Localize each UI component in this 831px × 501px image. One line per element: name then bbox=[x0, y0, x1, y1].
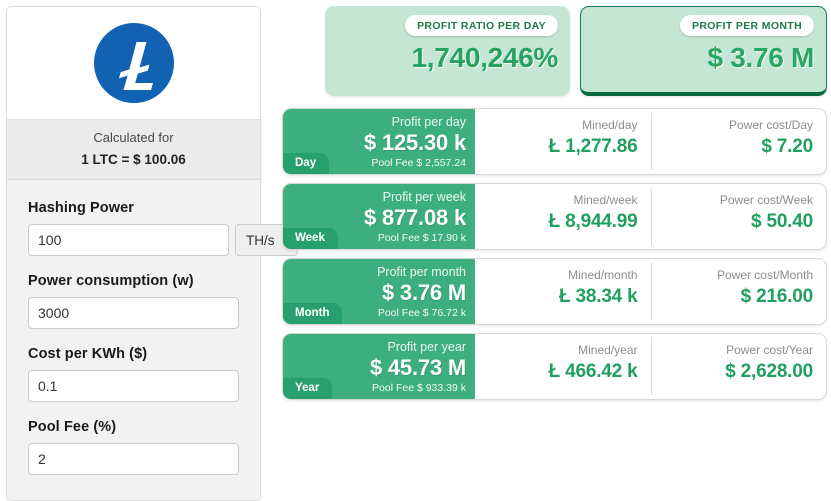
summary-cards-row: PROFIT RATIO PER DAY 1,740,246% PROFIT P… bbox=[278, 0, 831, 96]
profit-amount: $ 45.73 M bbox=[369, 355, 466, 380]
period-rows: Day Profit per day $ 125.30 k Pool Fee $… bbox=[278, 96, 831, 400]
summary-pill-row: PROFIT PER MONTH bbox=[593, 15, 814, 36]
profit-ratio-per-day-pill: PROFIT RATIO PER DAY bbox=[405, 15, 558, 36]
power-cost-value: $ 2,628.00 bbox=[725, 361, 813, 382]
power-cost-cell: Power cost/Year $ 2,628.00 bbox=[650, 334, 827, 399]
period-profit-block: Week Profit per week $ 877.08 k Pool Fee… bbox=[283, 184, 475, 249]
power-consumption-input[interactable] bbox=[28, 297, 239, 330]
mined-value: Ł 38.34 k bbox=[559, 286, 638, 307]
summary-card-profit-ratio-per-day[interactable]: PROFIT RATIO PER DAY 1,740,246% bbox=[325, 6, 570, 96]
power-cost-label: Power cost/Day bbox=[728, 118, 813, 132]
period-profit-block: Year Profit per year $ 45.73 M Pool Fee … bbox=[283, 334, 475, 399]
power-cost-label: Power cost/Year bbox=[726, 343, 813, 357]
power-cost-cell: Power cost/Month $ 216.00 bbox=[650, 259, 827, 324]
power-cost-value: $ 216.00 bbox=[740, 286, 814, 307]
power-cost-cell: Power cost/Day $ 7.20 bbox=[650, 109, 827, 174]
hashing-power-label: Hashing Power bbox=[28, 200, 135, 217]
mined-value: Ł 8,944.99 bbox=[548, 211, 638, 232]
mined-cell: Mined/month Ł 38.34 k bbox=[475, 259, 651, 324]
mined-value: Ł 466.42 k bbox=[548, 361, 638, 382]
period-profit-block: Day Profit per day $ 125.30 k Pool Fee $… bbox=[283, 109, 475, 174]
profit-amount: $ 125.30 k bbox=[364, 130, 466, 155]
litecoin-logo-icon bbox=[93, 23, 174, 103]
power-cost-value: $ 50.40 bbox=[751, 211, 813, 232]
field-cost-per-kwh: Cost per KWh ($) bbox=[28, 346, 239, 403]
period-tab-month[interactable]: Month bbox=[283, 302, 343, 324]
field-power-consumption: Power consumption (w) bbox=[28, 273, 239, 330]
coin-logo-container bbox=[7, 7, 260, 120]
field-pool-fee: Pool Fee (%) bbox=[28, 419, 239, 476]
summary-card-profit-per-month[interactable]: PROFIT PER MONTH $ 3.76 M bbox=[580, 6, 827, 96]
profit-per-month-value: $ 3.76 M bbox=[707, 42, 814, 73]
power-cost-label: Power cost/Week bbox=[719, 193, 813, 207]
field-hashing-power: Hashing Power TH/s bbox=[28, 200, 298, 257]
results-panel: PROFIT RATIO PER DAY 1,740,246% PROFIT P… bbox=[278, 0, 831, 501]
profit-amount: $ 3.76 M bbox=[381, 280, 466, 305]
summary-pill-row: PROFIT RATIO PER DAY bbox=[337, 15, 558, 36]
profit-amount: $ 877.08 k bbox=[364, 205, 466, 230]
period-row-week[interactable]: Week Profit per week $ 877.08 k Pool Fee… bbox=[282, 183, 827, 250]
profit-title: Profit per day bbox=[391, 115, 466, 129]
cost-per-kwh-label: Cost per KWh ($) bbox=[28, 346, 148, 363]
exchange-rate-value: 1 LTC = $ 100.06 bbox=[81, 151, 186, 167]
mined-value: Ł 1,277.86 bbox=[548, 136, 638, 157]
hashing-power-input[interactable] bbox=[28, 224, 229, 257]
period-tab-week[interactable]: Week bbox=[283, 227, 338, 249]
mined-cell: Mined/week Ł 8,944.99 bbox=[475, 184, 651, 249]
power-consumption-label: Power consumption (w) bbox=[28, 273, 194, 290]
power-cost-label: Power cost/Month bbox=[716, 268, 813, 282]
power-cost-value: $ 7.20 bbox=[761, 136, 813, 157]
period-row-year[interactable]: Year Profit per year $ 45.73 M Pool Fee … bbox=[282, 333, 827, 400]
calculator-sidebar: Calculated for 1 LTC = $ 100.06 Hashing … bbox=[6, 6, 298, 501]
mined-label: Mined/day bbox=[582, 118, 638, 132]
period-tab-day[interactable]: Day bbox=[283, 152, 330, 174]
power-cost-cell: Power cost/Week $ 50.40 bbox=[650, 184, 827, 249]
exchange-rate-band: Calculated for 1 LTC = $ 100.06 bbox=[7, 120, 260, 181]
calculated-for-label: Calculated for bbox=[93, 130, 174, 145]
profit-title: Profit per month bbox=[377, 265, 466, 279]
mined-label: Mined/month bbox=[568, 268, 638, 282]
mining-calculator-app: Calculated for 1 LTC = $ 100.06 Hashing … bbox=[0, 0, 831, 501]
pool-fee-input[interactable] bbox=[28, 443, 239, 476]
period-row-month[interactable]: Month Profit per month $ 3.76 M Pool Fee… bbox=[282, 258, 827, 325]
mined-cell: Mined/day Ł 1,277.86 bbox=[475, 109, 651, 174]
mined-label: Mined/year bbox=[578, 343, 638, 357]
profit-title: Profit per week bbox=[382, 190, 466, 204]
profit-per-month-pill: PROFIT PER MONTH bbox=[679, 15, 814, 36]
period-profit-block: Month Profit per month $ 3.76 M Pool Fee… bbox=[283, 259, 475, 324]
cost-per-kwh-input[interactable] bbox=[28, 370, 239, 403]
period-row-day[interactable]: Day Profit per day $ 125.30 k Pool Fee $… bbox=[282, 108, 827, 175]
mined-label: Mined/week bbox=[573, 193, 638, 207]
profit-title: Profit per year bbox=[387, 340, 466, 354]
calculator-form: Hashing Power TH/s Power consumption (w)… bbox=[7, 180, 298, 476]
profit-ratio-per-day-value: 1,740,246% bbox=[411, 42, 559, 73]
pool-fee-label: Pool Fee (%) bbox=[28, 419, 117, 436]
period-tab-year[interactable]: Year bbox=[283, 377, 333, 399]
mined-cell: Mined/year Ł 466.42 k bbox=[475, 334, 651, 399]
hashing-power-row: TH/s bbox=[28, 224, 298, 257]
